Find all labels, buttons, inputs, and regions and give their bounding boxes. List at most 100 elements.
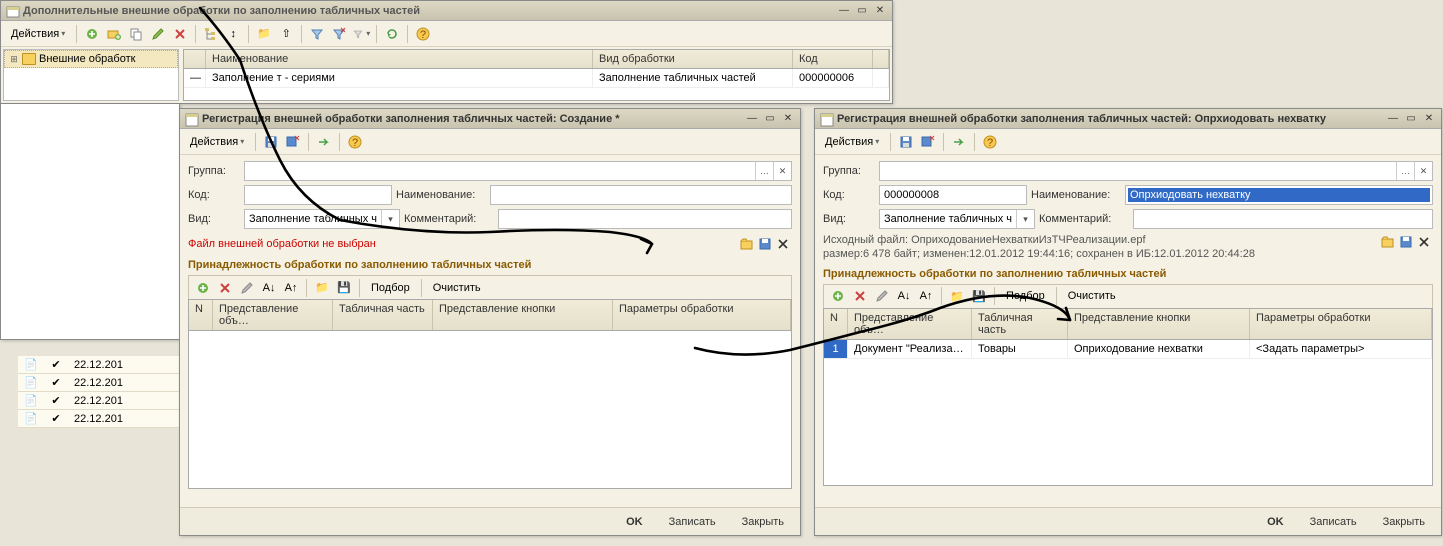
write-button[interactable]: Записать bbox=[1302, 513, 1365, 531]
add-row-icon[interactable] bbox=[828, 286, 848, 306]
open-file-icon[interactable] bbox=[1379, 233, 1397, 251]
actions-menu[interactable]: Действия bbox=[5, 24, 71, 44]
move-to-folder-icon[interactable]: 📁 bbox=[254, 24, 274, 44]
maximize-button[interactable]: ▭ bbox=[854, 4, 870, 18]
add-folder-icon[interactable] bbox=[104, 24, 124, 44]
save-icon[interactable] bbox=[261, 132, 281, 152]
edit-icon[interactable] bbox=[148, 24, 168, 44]
pick-button[interactable]: Подбор bbox=[1000, 286, 1051, 306]
minimize-button[interactable]: — bbox=[1385, 112, 1401, 126]
save-and-close-icon[interactable] bbox=[283, 132, 303, 152]
add-row-icon[interactable] bbox=[193, 278, 213, 298]
hierarchy-icon[interactable] bbox=[201, 24, 221, 44]
clear-button[interactable]: Очистить bbox=[1062, 286, 1122, 306]
cell-params[interactable]: <Задать параметры> bbox=[1250, 340, 1432, 358]
col-header-code[interactable]: Код bbox=[793, 50, 873, 68]
col-params[interactable]: Параметры обработки bbox=[613, 300, 791, 330]
filter-off-icon[interactable] bbox=[351, 24, 371, 44]
refresh-icon[interactable] bbox=[382, 24, 402, 44]
filter-icon[interactable] bbox=[307, 24, 327, 44]
col-btn[interactable]: Представление кнопки bbox=[1068, 309, 1250, 339]
kind-select[interactable]: Заполнение табличных ч ▾ bbox=[879, 209, 1035, 229]
filter-clear-icon[interactable] bbox=[329, 24, 349, 44]
select-icon[interactable]: … bbox=[1396, 162, 1414, 180]
close-button[interactable]: ✕ bbox=[1421, 112, 1437, 126]
delete-file-icon[interactable] bbox=[774, 235, 792, 253]
go-icon[interactable] bbox=[949, 132, 969, 152]
minimize-button[interactable]: — bbox=[744, 112, 760, 126]
ok-button[interactable]: OK bbox=[618, 513, 651, 531]
select-icon[interactable]: … bbox=[755, 162, 773, 180]
expand-icon[interactable]: ⊞ bbox=[9, 54, 19, 65]
name-input[interactable] bbox=[490, 185, 792, 205]
go-icon[interactable] bbox=[314, 132, 334, 152]
clear-button[interactable]: Очистить bbox=[427, 278, 487, 298]
col-btn[interactable]: Представление кнопки bbox=[433, 300, 613, 330]
write-button[interactable]: Записать bbox=[661, 513, 724, 531]
close-button[interactable]: ✕ bbox=[872, 4, 888, 18]
sort-asc-icon[interactable]: A↓ bbox=[894, 286, 914, 306]
sort-desc-icon[interactable]: A↑ bbox=[281, 278, 301, 298]
save-icon[interactable]: 💾 bbox=[969, 286, 989, 306]
ok-button[interactable]: OK bbox=[1259, 513, 1292, 531]
col-params[interactable]: Параметры обработки bbox=[1250, 309, 1432, 339]
save-file-icon[interactable] bbox=[1397, 233, 1415, 251]
close-button[interactable]: Закрыть bbox=[1375, 513, 1433, 531]
col-n[interactable]: N bbox=[824, 309, 848, 339]
clear-icon[interactable]: ✕ bbox=[1414, 162, 1432, 180]
col-header-name[interactable]: Наименование bbox=[206, 50, 593, 68]
delete-row-icon[interactable] bbox=[215, 278, 235, 298]
delete-file-icon[interactable] bbox=[1415, 233, 1433, 251]
clear-icon[interactable]: ✕ bbox=[773, 162, 791, 180]
titlebar[interactable]: Регистрация внешней обработки заполнения… bbox=[180, 109, 800, 129]
delete-row-icon[interactable] bbox=[850, 286, 870, 306]
name-input[interactable]: Опрхиодовать нехватку bbox=[1125, 185, 1433, 205]
pick-button[interactable]: Подбор bbox=[365, 278, 416, 298]
help-icon[interactable]: ? bbox=[413, 24, 433, 44]
save-icon[interactable]: 💾 bbox=[334, 278, 354, 298]
code-input[interactable] bbox=[244, 185, 392, 205]
move-up-icon[interactable]: ⇧ bbox=[276, 24, 296, 44]
dropdown-icon[interactable]: ▾ bbox=[381, 210, 399, 228]
tree-panel[interactable]: ⊞ Внешние обработк bbox=[3, 49, 179, 101]
kind-select[interactable]: Заполнение табличных ч ▾ bbox=[244, 209, 400, 229]
ownership-grid[interactable]: N Представление объ… Табличная часть Пре… bbox=[823, 308, 1433, 486]
col-header-type[interactable]: Вид обработки bbox=[593, 50, 793, 68]
ownership-grid[interactable]: N Представление объ… Табличная часть Пре… bbox=[188, 299, 792, 489]
sort-desc-icon[interactable]: A↑ bbox=[916, 286, 936, 306]
edit-row-icon[interactable] bbox=[237, 278, 257, 298]
save-and-close-icon[interactable] bbox=[918, 132, 938, 152]
add-icon[interactable] bbox=[82, 24, 102, 44]
mark-delete-icon[interactable] bbox=[170, 24, 190, 44]
main-grid[interactable]: Наименование Вид обработки Код — Заполне… bbox=[183, 49, 890, 101]
titlebar[interactable]: Дополнительные внешние обработки по запо… bbox=[1, 1, 892, 21]
col-obj[interactable]: Представление объ… bbox=[848, 309, 972, 339]
tree-root-node[interactable]: ⊞ Внешние обработк bbox=[4, 50, 178, 68]
help-icon[interactable]: ? bbox=[345, 132, 365, 152]
comment-input[interactable] bbox=[1133, 209, 1433, 229]
open-file-icon[interactable] bbox=[738, 235, 756, 253]
maximize-button[interactable]: ▭ bbox=[762, 112, 778, 126]
table-row[interactable]: — Заполнение т - сериями Заполнение табл… bbox=[184, 69, 889, 88]
edit-row-icon[interactable] bbox=[872, 286, 892, 306]
maximize-button[interactable]: ▭ bbox=[1403, 112, 1419, 126]
actions-menu[interactable]: Действия bbox=[819, 132, 885, 152]
titlebar[interactable]: Регистрация внешней обработки заполнения… bbox=[815, 109, 1441, 129]
code-input[interactable]: 000000008 bbox=[879, 185, 1027, 205]
group-input[interactable]: … ✕ bbox=[879, 161, 1433, 181]
open-icon[interactable]: 📁 bbox=[947, 286, 967, 306]
col-obj[interactable]: Представление объ… bbox=[213, 300, 333, 330]
level-icon[interactable]: ↕ bbox=[223, 24, 243, 44]
table-row[interactable]: 1 Документ "Реализа… Товары Оприходовани… bbox=[824, 340, 1432, 359]
actions-menu[interactable]: Действия bbox=[184, 132, 250, 152]
dropdown-icon[interactable]: ▾ bbox=[1016, 210, 1034, 228]
close-button[interactable]: ✕ bbox=[780, 112, 796, 126]
col-tab[interactable]: Табличная часть bbox=[333, 300, 433, 330]
minimize-button[interactable]: — bbox=[836, 4, 852, 18]
save-file-icon[interactable] bbox=[756, 235, 774, 253]
close-button[interactable]: Закрыть bbox=[734, 513, 792, 531]
col-n[interactable]: N bbox=[189, 300, 213, 330]
col-tab[interactable]: Табличная часть bbox=[972, 309, 1068, 339]
sort-asc-icon[interactable]: A↓ bbox=[259, 278, 279, 298]
save-icon[interactable] bbox=[896, 132, 916, 152]
